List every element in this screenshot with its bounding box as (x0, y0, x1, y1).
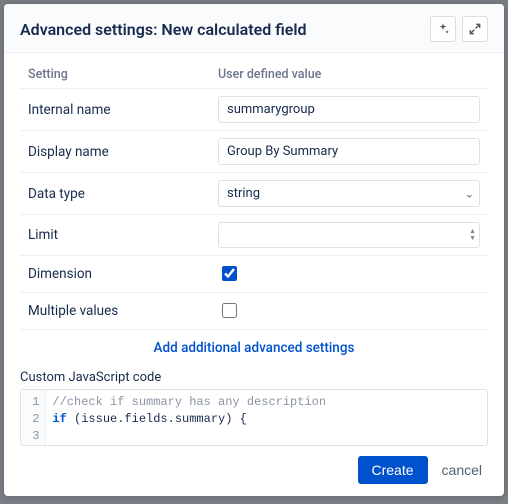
row-multiple-values: Multiple values (20, 293, 488, 330)
label-display-name: Display name (20, 131, 210, 173)
code-editor[interactable]: 1 2 3 4 5 6 7 8 9 10 11 12 //check if su… (20, 389, 488, 446)
sparkle-icon-button[interactable] (430, 16, 456, 42)
sparkle-icon (436, 22, 450, 36)
input-limit[interactable] (218, 222, 480, 248)
code-gutter: 1 2 3 4 5 6 7 8 9 10 11 12 (21, 390, 46, 445)
label-multiple: Multiple values (20, 293, 210, 330)
create-button[interactable]: Create (358, 456, 428, 484)
row-internal-name: Internal name summarygroup (20, 89, 488, 131)
row-dimension: Dimension (20, 256, 488, 293)
col-setting: Setting (20, 57, 210, 89)
modal-header: Advanced settings: New calculated field (4, 4, 504, 53)
checkbox-dimension[interactable] (222, 266, 237, 281)
modal-footer: Create cancel (4, 446, 504, 496)
row-data-type: Data type string ⌄ (20, 173, 488, 215)
checkbox-multiple[interactable] (222, 303, 237, 318)
stepper-icon[interactable]: ▲▼ (469, 228, 476, 242)
input-display-name[interactable]: Group By Summary (218, 138, 480, 165)
select-data-type[interactable]: string (218, 180, 480, 207)
label-data-type: Data type (20, 173, 210, 215)
expand-icon-button[interactable] (462, 16, 488, 42)
code-section-label: Custom JavaScript code (20, 370, 488, 385)
cancel-button[interactable]: cancel (436, 461, 488, 479)
label-limit: Limit (20, 215, 210, 256)
row-limit: Limit ▲▼ (20, 215, 488, 256)
add-advanced-settings-link[interactable]: Add additional advanced settings (154, 340, 355, 356)
advanced-settings-modal: Advanced settings: New calculated field … (4, 4, 504, 496)
settings-table: Setting User defined value Internal name… (20, 57, 488, 330)
modal-title: Advanced settings: New calculated field (20, 20, 430, 39)
col-value: User defined value (210, 57, 488, 89)
input-internal-name[interactable]: summarygroup (218, 96, 480, 123)
label-internal-name: Internal name (20, 89, 210, 131)
code-content: //check if summary has any description i… (46, 390, 487, 445)
expand-icon (468, 22, 482, 36)
row-display-name: Display name Group By Summary (20, 131, 488, 173)
label-dimension: Dimension (20, 256, 210, 293)
